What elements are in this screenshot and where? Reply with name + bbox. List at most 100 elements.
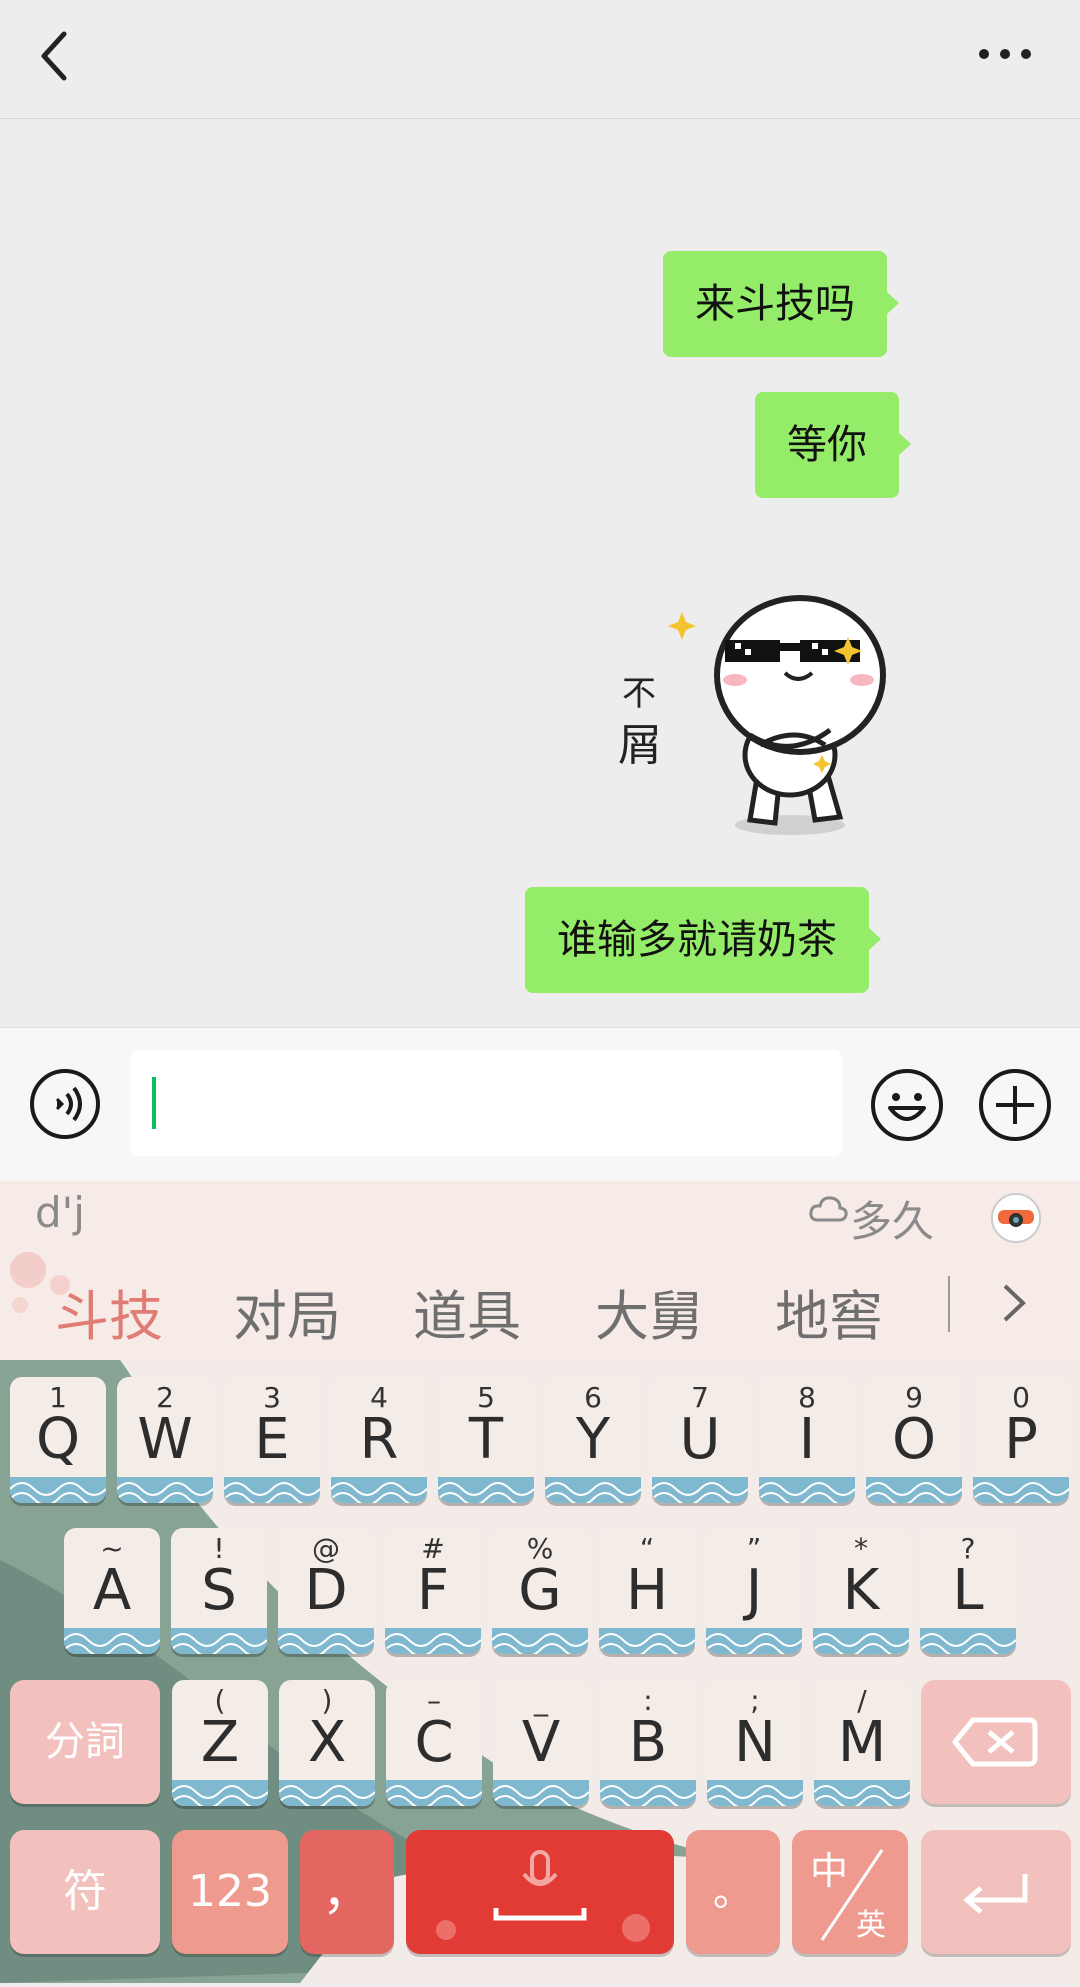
key-v[interactable]: _ V — [493, 1680, 589, 1806]
key-primary-label: Z — [200, 1710, 240, 1775]
key-r[interactable]: 4R — [331, 1377, 427, 1503]
wave-pattern — [866, 1477, 962, 1503]
key-primary-label: J — [745, 1558, 763, 1623]
wave-pattern — [706, 1628, 802, 1654]
key-primary-label: I — [798, 1407, 816, 1472]
sticker-caption-1: 不 — [622, 675, 656, 713]
key-l[interactable]: ? L — [920, 1528, 1016, 1654]
wave-pattern — [331, 1477, 427, 1503]
key-primary-label: U — [679, 1407, 721, 1472]
key-w[interactable]: 2W — [117, 1377, 213, 1503]
key-primary-label: B — [628, 1710, 668, 1775]
wave-pattern — [172, 1780, 268, 1806]
period-key[interactable]: 。 — [686, 1830, 780, 1954]
message-bubble[interactable]: 来斗技吗 — [663, 251, 899, 357]
candidate-item[interactable]: 对局 — [233, 1272, 341, 1351]
language-switch-key[interactable]: 中 英 — [792, 1830, 908, 1954]
symbol-key[interactable]: 符 — [10, 1830, 160, 1954]
key-z[interactable]: (Z — [172, 1680, 268, 1806]
key-primary-label: K — [842, 1558, 880, 1623]
key-y[interactable]: 6Y — [545, 1377, 641, 1503]
message-bubble[interactable]: 谁输多就请奶茶 — [525, 887, 881, 993]
wave-pattern — [438, 1477, 534, 1503]
message-input[interactable] — [130, 1050, 842, 1156]
space-key[interactable] — [406, 1830, 674, 1954]
key-i[interactable]: 8I — [759, 1377, 855, 1503]
key-h[interactable]: “H — [599, 1528, 695, 1654]
key-primary-label: X — [307, 1710, 347, 1775]
wave-pattern — [493, 1780, 589, 1806]
microphone-icon — [436, 1850, 650, 1942]
key-s[interactable]: ! S — [171, 1528, 267, 1654]
message-text: 谁输多就请奶茶 — [557, 917, 837, 963]
key-primary-label: C — [414, 1710, 454, 1775]
key-primary-label: N — [734, 1710, 776, 1775]
key-t[interactable]: 5T — [438, 1377, 534, 1503]
candidate-separator — [948, 1276, 950, 1332]
wave-pattern — [117, 1477, 213, 1503]
key-q[interactable]: 1Q — [10, 1377, 106, 1503]
key-primary-label: M — [837, 1710, 887, 1775]
backspace-key[interactable] — [921, 1680, 1071, 1804]
key-c[interactable]: – C — [386, 1680, 482, 1806]
key-primary-label: V — [521, 1710, 561, 1775]
candidate-item[interactable]: 道具 — [413, 1272, 521, 1351]
key-o[interactable]: 9O — [866, 1377, 962, 1503]
split-key[interactable]: 分詞 — [10, 1680, 160, 1804]
enter-key[interactable] — [921, 1830, 1071, 1954]
voice-icon[interactable] — [29, 1068, 101, 1140]
wave-pattern — [814, 1780, 910, 1806]
sticker-image[interactable]: 不 屑 — [600, 585, 900, 845]
key-k[interactable]: * K — [813, 1528, 909, 1654]
wave-pattern — [278, 1628, 374, 1654]
top-bar — [0, 0, 1080, 119]
comma-key[interactable]: ， — [300, 1830, 394, 1954]
wave-pattern — [385, 1628, 481, 1654]
key-primary-label: E — [254, 1407, 290, 1472]
key-u[interactable]: 7U — [652, 1377, 748, 1503]
key-e[interactable]: 3E — [224, 1377, 320, 1503]
key-x[interactable]: ) X — [279, 1680, 375, 1806]
backspace-icon — [952, 1717, 1038, 1767]
keyboard-mascot-icon[interactable] — [990, 1188, 1042, 1244]
key-n[interactable]: ; N — [707, 1680, 803, 1806]
numbers-key[interactable]: 123 — [172, 1830, 288, 1954]
emoji-icon[interactable] — [870, 1068, 944, 1142]
wave-pattern — [759, 1477, 855, 1503]
key-primary-label: H — [625, 1558, 669, 1623]
candidate-item[interactable]: 斗技 — [55, 1272, 163, 1351]
key-primary-label: G — [518, 1558, 562, 1623]
wave-pattern — [224, 1477, 320, 1503]
key-g[interactable]: % G — [492, 1528, 588, 1654]
enter-icon — [963, 1874, 1028, 1914]
key-f[interactable]: # F — [385, 1528, 481, 1654]
candidate-item[interactable]: 大舅 — [595, 1272, 703, 1351]
key-primary-label: S — [201, 1558, 237, 1623]
key-j[interactable]: ” J — [706, 1528, 802, 1654]
message-text: 等你 — [787, 422, 867, 468]
cloud-icon — [808, 1192, 848, 1226]
cloud-suggestion[interactable]: 多久 — [850, 1188, 934, 1249]
wave-pattern — [64, 1628, 160, 1654]
wave-pattern — [10, 1477, 106, 1503]
message-bubble[interactable]: 等你 — [755, 392, 911, 498]
key-d[interactable]: @ D — [278, 1528, 374, 1654]
candidate-item[interactable]: 地窖 — [775, 1272, 883, 1351]
wave-pattern — [492, 1628, 588, 1654]
wave-pattern — [920, 1628, 1016, 1654]
wave-pattern — [599, 1628, 695, 1654]
key-m[interactable]: / M — [814, 1680, 910, 1806]
plus-icon[interactable] — [978, 1068, 1052, 1142]
chevron-right-icon[interactable] — [995, 1278, 1031, 1328]
key-a[interactable]: ~ A — [64, 1528, 160, 1654]
key-p[interactable]: 0P — [973, 1377, 1069, 1503]
key-primary-label: F — [416, 1558, 450, 1623]
composing-text: d'j — [35, 1188, 85, 1237]
key-b[interactable]: :B — [600, 1680, 696, 1806]
chevron-left-icon[interactable] — [30, 22, 90, 92]
wave-pattern — [600, 1780, 696, 1806]
key-primary-label: R — [359, 1407, 399, 1472]
message-text: 来斗技吗 — [695, 281, 855, 327]
more-dots-icon[interactable] — [970, 30, 1040, 80]
wave-pattern — [707, 1780, 803, 1806]
